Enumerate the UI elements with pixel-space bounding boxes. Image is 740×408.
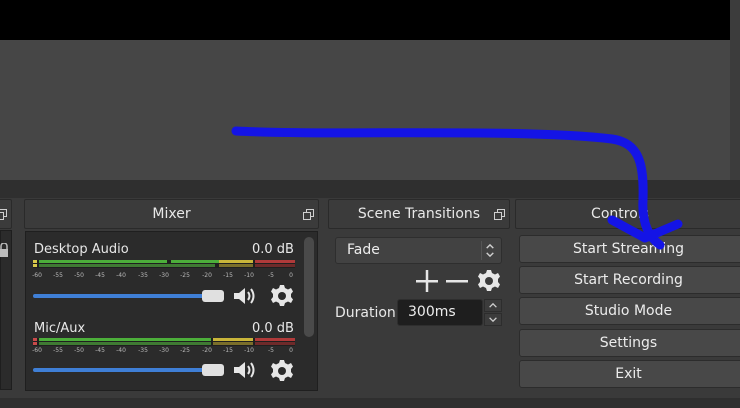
gear-icon[interactable]: [270, 359, 294, 383]
duration-input[interactable]: 300ms: [397, 299, 483, 326]
transition-select[interactable]: Fade: [335, 237, 502, 264]
float-icon[interactable]: [303, 209, 314, 220]
exit-button[interactable]: Exit: [519, 360, 740, 388]
meter-ticks: -60 -55 -50 -45 -40 -35 -30 -25 -20 -15 …: [32, 347, 293, 354]
mixer-dock-title: Mixer: [24, 199, 319, 229]
sources-dock-title: [0, 199, 12, 229]
preview-area: [0, 40, 740, 180]
settings-button[interactable]: Settings: [519, 329, 740, 357]
transitions-title: Scene Transitions: [357, 206, 481, 222]
preview-edge: [730, 0, 740, 180]
channel-name: Desktop Audio: [34, 242, 129, 257]
status-bar: [0, 398, 740, 408]
spin-down-icon[interactable]: [484, 313, 502, 326]
channel-db: 0.0 dB: [252, 321, 294, 336]
channel-db: 0.0 dB: [252, 242, 294, 257]
start-recording-button[interactable]: Start Recording: [519, 266, 740, 294]
meter-ticks: -60 -55 -50 -45 -40 -35 -30 -25 -20 -15 …: [32, 272, 293, 279]
volume-slider[interactable]: [33, 294, 223, 298]
transitions-dock-title: Scene Transitions: [328, 199, 510, 229]
audio-meter: [33, 338, 295, 346]
channel-name: Mic/Aux: [34, 321, 86, 336]
speaker-icon[interactable]: [232, 285, 260, 307]
float-icon[interactable]: [494, 209, 505, 220]
preview-canvas: [0, 0, 730, 40]
minus-icon[interactable]: [446, 270, 468, 292]
volume-slider[interactable]: [33, 368, 223, 372]
studio-mode-button[interactable]: Studio Mode: [519, 297, 740, 325]
mixer-scrollbar[interactable]: [304, 237, 314, 337]
lock-icon[interactable]: [0, 243, 8, 257]
gear-icon[interactable]: [270, 284, 294, 308]
chevron-updown-icon: [481, 241, 494, 260]
controls-title: Controls: [591, 206, 649, 222]
speaker-icon[interactable]: [232, 359, 260, 381]
plus-icon[interactable]: [416, 270, 438, 292]
float-icon[interactable]: [0, 209, 7, 220]
duration-label: Duration: [335, 305, 396, 321]
dock-separator: [0, 180, 740, 198]
mixer-title: Mixer: [152, 206, 191, 222]
gear-icon[interactable]: [477, 269, 501, 293]
controls-dock-title: Controls: [515, 199, 740, 229]
volume-slider-handle[interactable]: [202, 290, 224, 302]
start-streaming-button[interactable]: Start Streaming: [519, 235, 740, 263]
volume-slider-handle[interactable]: [202, 364, 224, 376]
transition-select-value: Fade: [347, 242, 380, 258]
spin-up-icon[interactable]: [484, 299, 502, 312]
audio-meter: [33, 260, 295, 268]
